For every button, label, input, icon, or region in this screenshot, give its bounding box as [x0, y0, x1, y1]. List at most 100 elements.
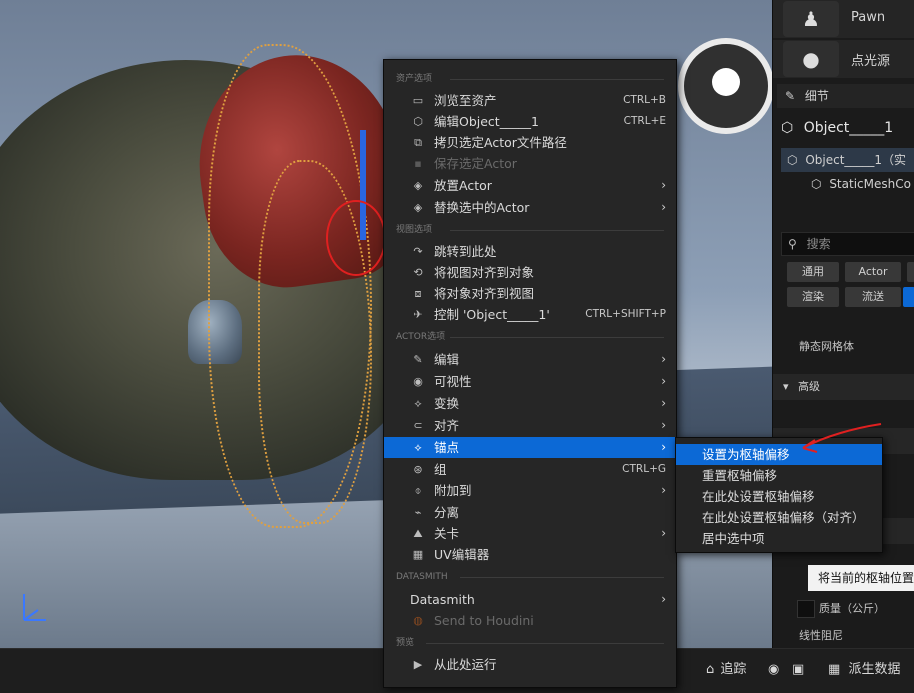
object-title-text: Object_____1	[803, 120, 894, 136]
menu-item-label: 编辑	[434, 352, 460, 367]
transform-icon: ⟡	[414, 397, 422, 410]
menu-item-attach-to[interactable]: ⌽ 附加到 ›	[384, 480, 676, 501]
menu-item-jump-here[interactable]: ↷ 跳转到此处	[384, 241, 676, 262]
menu-item-edit-object[interactable]: ⬡ 编辑Object_____1 CTRL+E	[384, 111, 676, 132]
submenu-item-reset-pivot-offset[interactable]: 重置枢轴偏移	[676, 465, 882, 486]
menu-item-label: Datasmith	[410, 592, 475, 607]
context-menu: 资产选项 ▭ 浏览至资产 CTRL+B ⬡ 编辑Object_____1 CTR…	[383, 59, 677, 688]
advanced-label: 高级	[798, 380, 821, 393]
section-label: 预览	[396, 638, 415, 648]
filter-actor-button[interactable]: Actor	[845, 262, 901, 282]
tab-details-label: 细节	[804, 89, 829, 103]
section-assets: 资产选项	[396, 71, 664, 87]
shortcut-label: CTRL+SHIFT+P	[585, 308, 666, 320]
place-item-pawn[interactable]: ♟ Pawn	[773, 0, 914, 38]
menu-item-label: 组	[434, 462, 447, 477]
menu-item-send-houdini[interactable]: ◍ Send to Houdini	[384, 610, 676, 631]
menu-item-label: 可视性	[434, 374, 472, 389]
menu-item-detach[interactable]: ⌁ 分离	[384, 502, 676, 523]
align-object-icon: ⧈	[414, 287, 422, 300]
derived-data-button[interactable]: ▦ 派生数据	[828, 659, 900, 681]
section-label: 视图选项	[396, 225, 433, 235]
light-bulb-icon	[712, 68, 740, 96]
filter-more-button[interactable]	[907, 262, 914, 282]
search-icon: ⚲	[788, 237, 797, 251]
section-label: DATASMITH	[396, 572, 448, 582]
menu-item-uv-editor[interactable]: ▦ UV编辑器	[384, 544, 676, 565]
align-view-icon: ⟲	[413, 266, 423, 279]
menu-item-control[interactable]: ✈ 控制 'Object_____1' CTRL+SHIFT+P	[384, 304, 676, 325]
uv-grid-icon: ▦	[412, 548, 424, 561]
tree-row-label: StaticMeshCo	[829, 177, 911, 191]
submenu-item-label: 重置枢轴偏移	[702, 468, 778, 483]
menu-item-label: 锚点	[434, 440, 460, 455]
axis-indicator-icon	[23, 594, 46, 621]
section-label: 资产选项	[396, 74, 433, 84]
component-tree-root[interactable]: ⬡ Object_____1（实	[781, 148, 914, 172]
filter-streaming-button[interactable]: 流送	[845, 287, 901, 307]
filter-rendering-button[interactable]: 渲染	[787, 287, 839, 307]
annotation-circle	[326, 200, 386, 276]
menu-item-label: 从此处运行	[434, 657, 497, 672]
pawn-icon: ♟	[783, 1, 839, 37]
menu-item-align-view-to-object[interactable]: ⟲ 将视图对齐到对象	[384, 262, 676, 283]
submenu-item-center-selection[interactable]: 居中选中项	[676, 528, 882, 549]
mass-label: 质量（公斤）	[819, 602, 885, 615]
tab-details[interactable]: ✎ 细节	[777, 84, 914, 108]
submenu-item-set-pivot-here-snapped[interactable]: 在此处设置枢轴偏移（对齐）	[676, 507, 882, 528]
menu-item-label: 控制 'Object_____1'	[434, 307, 550, 322]
snap-icon: ⊂	[413, 419, 423, 432]
menu-item-datasmith[interactable]: Datasmith ›	[384, 589, 676, 610]
details-object-title: ⬡ Object_____1	[781, 114, 914, 142]
menu-item-align[interactable]: ⊂ 对齐 ›	[384, 415, 676, 436]
section-preview: 预览	[396, 635, 664, 651]
record-icon: ◉	[768, 662, 780, 677]
menu-item-group[interactable]: ⊛ 组 CTRL+G	[384, 459, 676, 480]
attach-icon: ⌽	[414, 484, 422, 497]
edit-icon: ✎	[785, 89, 796, 103]
menu-item-run-from-here[interactable]: ▶ 从此处运行	[384, 654, 676, 675]
menu-item-align-object-to-view[interactable]: ⧈ 将对象对齐到视图	[384, 283, 676, 304]
trace-button[interactable]: ⌂ 追踪	[706, 659, 746, 681]
submenu-item-set-pivot-here[interactable]: 在此处设置枢轴偏移	[676, 486, 882, 507]
menu-item-transform[interactable]: ⟡ 变换 ›	[384, 393, 676, 414]
mass-checkbox[interactable]	[797, 600, 815, 618]
details-search-input[interactable]: ⚲ 搜索	[781, 232, 914, 256]
shortcut-label: CTRL+G	[622, 463, 666, 475]
component-tree-static-mesh[interactable]: ⬡ StaticMeshCo	[781, 172, 914, 196]
menu-item-save-actor[interactable]: ▪ 保存选定Actor	[384, 153, 676, 174]
camera-icon: ▣	[792, 662, 805, 677]
menu-item-edit[interactable]: ✎ 编辑 ›	[384, 349, 676, 370]
camera-button[interactable]: ▣	[792, 659, 804, 681]
place-item-label: 点光源	[851, 54, 891, 69]
submenu-item-label: 设置为枢轴偏移	[702, 447, 790, 462]
menu-item-copy-path[interactable]: ⧉ 拷贝选定Actor文件路径	[384, 132, 676, 153]
annotation-arrow-icon	[802, 423, 882, 453]
place-item-point-light[interactable]: ● 点光源	[773, 40, 914, 78]
menu-item-label: 对齐	[434, 418, 460, 433]
chevron-right-icon: ›	[661, 418, 666, 432]
filter-active-button[interactable]	[903, 287, 914, 307]
menu-item-level[interactable]: ⛰ 关卡 ›	[384, 523, 676, 544]
menu-item-place-actor[interactable]: ◈ 放置Actor ›	[384, 175, 676, 196]
grid-icon: ▦	[828, 662, 841, 677]
section-datasmith: DATASMITH	[396, 569, 664, 585]
search-placeholder: 搜索	[806, 237, 831, 251]
copy-icon: ⧉	[414, 136, 422, 149]
light-widget[interactable]	[676, 38, 772, 138]
menu-item-label: 变换	[434, 396, 460, 411]
menu-item-replace-actor[interactable]: ◈ 替换选中的Actor ›	[384, 197, 676, 218]
menu-item-visibility[interactable]: ◉ 可视性 ›	[384, 371, 676, 392]
group-icon: ⊛	[413, 463, 423, 476]
static-mesh-label: 静态网格体	[799, 340, 854, 353]
menu-item-pivot[interactable]: ⟡ 锚点 ›	[384, 437, 676, 458]
advanced-section[interactable]: ▾ 高级	[773, 374, 914, 400]
filter-general-button[interactable]: 通用	[787, 262, 839, 282]
pencil-icon: ✎	[413, 353, 423, 366]
trace-icon: ⌂	[706, 662, 715, 677]
record-button[interactable]: ◉	[768, 659, 779, 681]
menu-item-label: 拷贝选定Actor文件路径	[434, 135, 567, 150]
menu-item-browse[interactable]: ▭ 浏览至资产 CTRL+B	[384, 90, 676, 111]
chevron-right-icon: ›	[661, 200, 666, 214]
submenu-item-label: 在此处设置枢轴偏移	[702, 489, 815, 504]
